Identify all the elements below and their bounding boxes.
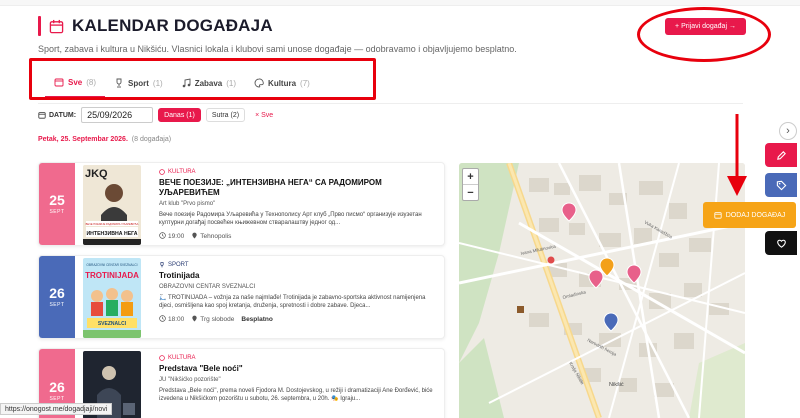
calendar-icon xyxy=(38,112,46,119)
event-month: SEPT xyxy=(49,396,65,402)
event-meta: 19:00 Tehnopolis xyxy=(159,232,441,240)
poster-top-text: JKQ xyxy=(85,168,108,180)
poster-main-text: ИНТЕНЗИВНА НЕГА xyxy=(86,231,137,237)
annotation-ellipse xyxy=(637,7,771,62)
clock-icon xyxy=(159,315,166,322)
location-pin-icon xyxy=(192,315,197,322)
pencil-icon xyxy=(776,150,786,160)
event-category-label: KULTURA xyxy=(168,355,196,361)
event-time-text: 18:00 xyxy=(168,316,185,323)
calendar-icon xyxy=(714,212,722,219)
event-day: 26 xyxy=(49,285,65,301)
zoom-out-button[interactable]: − xyxy=(463,184,478,200)
annotation-rectangle xyxy=(29,58,376,100)
heart-icon xyxy=(776,239,786,248)
trotinijada-poster: OBRAZOVNI CENTAR SVEZNALCI TROTINIJADA S… xyxy=(83,258,141,338)
calendar-icon xyxy=(49,19,64,33)
poi-marker xyxy=(517,306,524,313)
event-meta: 18:00 Trg slobode Besplatno xyxy=(159,315,441,323)
event-info: KULTURA ВЕЧЕ ПОЕЗИЈЕ: „ИНТЕНЗИВНА НЕГА“ … xyxy=(159,169,441,240)
side-favorites-button[interactable] xyxy=(765,231,797,255)
add-event-label: DODAJ DOGAĐAJ xyxy=(725,211,786,219)
event-card[interactable]: 26 SEPT OBRAZOVNI CENTAR SVEZNALCI TROTI… xyxy=(38,255,445,339)
event-description: Predstava „Bele noći", prema noveli Fjod… xyxy=(159,388,433,402)
event-description: 🛴 TROTINIJADA – vožnja za naše najmlađe!… xyxy=(159,295,426,309)
tomorrow-button[interactable]: Sutra (2) xyxy=(205,108,246,122)
page-title: KALENDAR DOGAĐAJA xyxy=(72,16,273,35)
status-bar-url: https://onogost.me/dogadjaji/novi xyxy=(0,403,113,415)
poster-small-text: ВЕЧЕ ПОЕЗИЈЕ РАДОМИРА УЉАРЕВИЋА xyxy=(86,222,139,226)
date-filter-bar: DATUM: 25/09/2026 Danas (1) Sutra (2) × … xyxy=(38,107,279,123)
poster-brand-text: SVEZNALCI xyxy=(98,321,127,327)
event-day: 25 xyxy=(49,192,65,208)
map-canvas: Omladinska Narodnih heroja Nikšić Kralja… xyxy=(459,163,745,418)
event-poster-image[interactable]: JKQ ВЕЧЕ ПОЕЗИЈЕ РАДОМИРА УЉАРЕВИЋА ИНТЕ… xyxy=(83,165,141,245)
date-label-text: DATUM: xyxy=(49,111,77,119)
event-place-text: Tehnopolis xyxy=(200,233,232,240)
map-zoom-controls: + − xyxy=(462,168,479,201)
palette-icon xyxy=(159,169,165,175)
title-accent-bar xyxy=(38,16,41,36)
event-day: 26 xyxy=(49,379,65,395)
event-info: SPORT Trotinijada OBRAZOVNI CENTAR SVEZN… xyxy=(159,262,441,323)
page-header: KALENDAR DOGAĐAJA xyxy=(38,16,273,36)
event-title[interactable]: ВЕЧЕ ПОЕЗИЈЕ: „ИНТЕНЗИВНА НЕГА“ СА РАДОМ… xyxy=(159,178,441,198)
hospital-marker xyxy=(547,256,555,264)
event-poster-image[interactable]: OBRAZOVNI CENTAR SVEZNALCI TROTINIJADA S… xyxy=(83,258,141,338)
zoom-in-button[interactable]: + xyxy=(463,169,478,184)
event-month: SEPT xyxy=(49,209,65,215)
day-heading-count: (8 događaja) xyxy=(131,136,172,143)
event-card[interactable]: 25 SEPT JKQ ВЕЧЕ ПОЕЗИЈЕ РАДОМИРА УЉАРЕВ… xyxy=(38,162,445,246)
page-subtitle: Sport, zabava i kultura u Nikšiću. Vlasn… xyxy=(38,44,517,54)
date-input[interactable]: 25/09/2026 xyxy=(81,107,154,123)
palette-icon xyxy=(159,355,165,361)
side-edit-button[interactable] xyxy=(765,143,797,167)
event-time-text: 19:00 xyxy=(168,233,185,240)
event-description: Вече поезије Радомира Уљаревића у Техноп… xyxy=(159,212,422,226)
event-date-box: 26 SEPT xyxy=(39,256,75,338)
event-month: SEPT xyxy=(49,302,65,308)
map-city-label: Nikšić xyxy=(609,382,624,388)
event-time: 19:00 xyxy=(159,232,184,240)
day-heading: Petak, 25. Septembar 2026. (8 događaja) xyxy=(38,136,171,143)
add-event-button[interactable]: DODAJ DOGAĐAJ xyxy=(703,202,796,228)
date-label: DATUM: xyxy=(38,111,76,119)
poster-top-text: OBRAZOVNI CENTAR SVEZNALCI xyxy=(86,263,137,267)
event-time: 18:00 xyxy=(159,315,184,323)
annotation-arrow xyxy=(727,114,747,196)
side-collapse-button[interactable]: › xyxy=(779,122,797,140)
event-date-box: 25 SEPT xyxy=(39,163,75,245)
events-map[interactable]: Omladinska Narodnih heroja Nikšić Kralja… xyxy=(459,163,745,418)
event-venue: Art klub "Prvo pismo" xyxy=(159,201,216,207)
event-category-label: KULTURA xyxy=(168,169,196,175)
browser-top-strip xyxy=(0,0,800,6)
today-button[interactable]: Danas (1) xyxy=(158,108,201,122)
poster-main-text: TROTINIJADA xyxy=(85,271,139,280)
day-heading-date: Petak, 25. Septembar 2026. xyxy=(38,136,128,143)
clock-icon xyxy=(159,232,166,239)
side-tag-button[interactable] xyxy=(765,173,797,197)
event-price: Besplatno xyxy=(241,315,273,323)
event-title[interactable]: Predstava "Bele noći" xyxy=(159,364,441,374)
event-category: KULTURA xyxy=(159,169,441,175)
event-category-label: SPORT xyxy=(168,262,189,268)
event-place-text: Trg slobode xyxy=(200,316,235,323)
event-place: Trg slobode xyxy=(191,315,234,323)
event-category: KULTURA xyxy=(159,355,441,361)
tag-icon xyxy=(776,180,786,190)
event-venue: JU "Nikšićko pozorište" xyxy=(159,377,221,383)
event-info: KULTURA Predstava "Bele noći" JU "Nikšić… xyxy=(159,355,441,403)
trophy-icon xyxy=(160,262,164,268)
event-category: SPORT xyxy=(159,262,441,268)
event-venue: OBRAZOVNI CENTAR SVEZNALCI xyxy=(159,284,256,290)
event-title[interactable]: Trotinijada xyxy=(159,271,441,281)
clear-date-button[interactable]: × Sve xyxy=(250,108,279,122)
location-pin-icon xyxy=(192,232,197,239)
poetry-poster: JKQ ВЕЧЕ ПОЕЗИЈЕ РАДОМИРА УЉАРЕВИЋА ИНТЕ… xyxy=(83,165,141,245)
event-place: Tehnopolis xyxy=(191,232,231,240)
divider xyxy=(38,103,743,104)
